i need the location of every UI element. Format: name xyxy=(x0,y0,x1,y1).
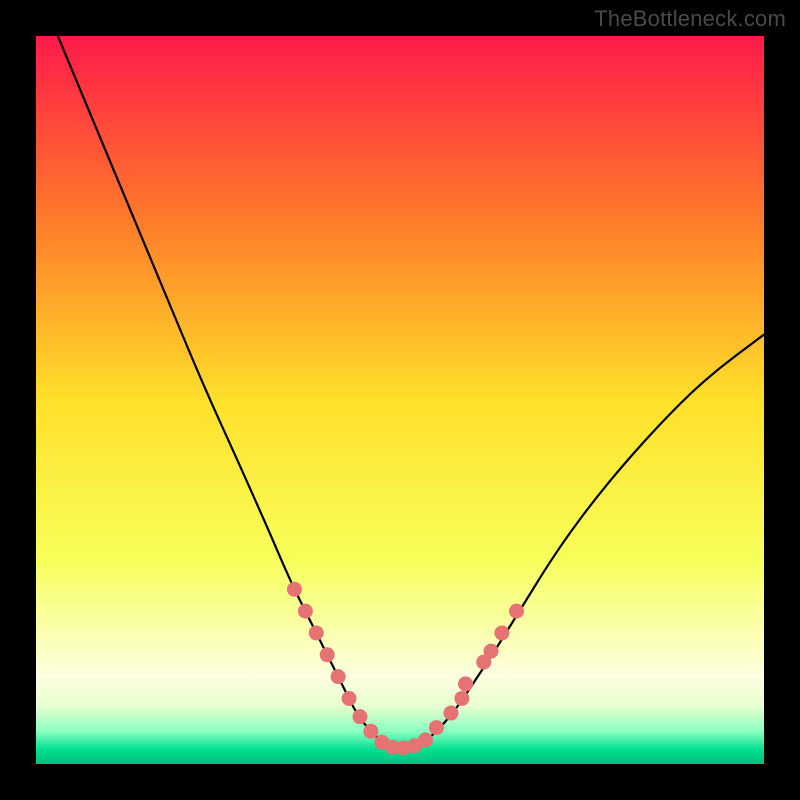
bottleneck-chart xyxy=(36,36,764,764)
curve-marker xyxy=(320,647,335,662)
curve-marker xyxy=(352,709,367,724)
curve-marker xyxy=(331,669,346,684)
curve-marker xyxy=(443,706,458,721)
curve-marker xyxy=(418,732,433,747)
plot-background xyxy=(36,36,764,764)
curve-marker xyxy=(298,604,313,619)
curve-marker xyxy=(484,644,499,659)
curve-marker xyxy=(363,724,378,739)
curve-marker xyxy=(309,625,324,640)
curve-marker xyxy=(342,691,357,706)
curve-marker xyxy=(494,625,509,640)
watermark-text: TheBottleneck.com xyxy=(594,6,786,32)
curve-marker xyxy=(287,582,302,597)
chart-container: TheBottleneck.com xyxy=(0,0,800,800)
curve-marker xyxy=(509,604,524,619)
curve-marker xyxy=(458,676,473,691)
curve-marker xyxy=(429,720,444,735)
curve-marker xyxy=(454,691,469,706)
